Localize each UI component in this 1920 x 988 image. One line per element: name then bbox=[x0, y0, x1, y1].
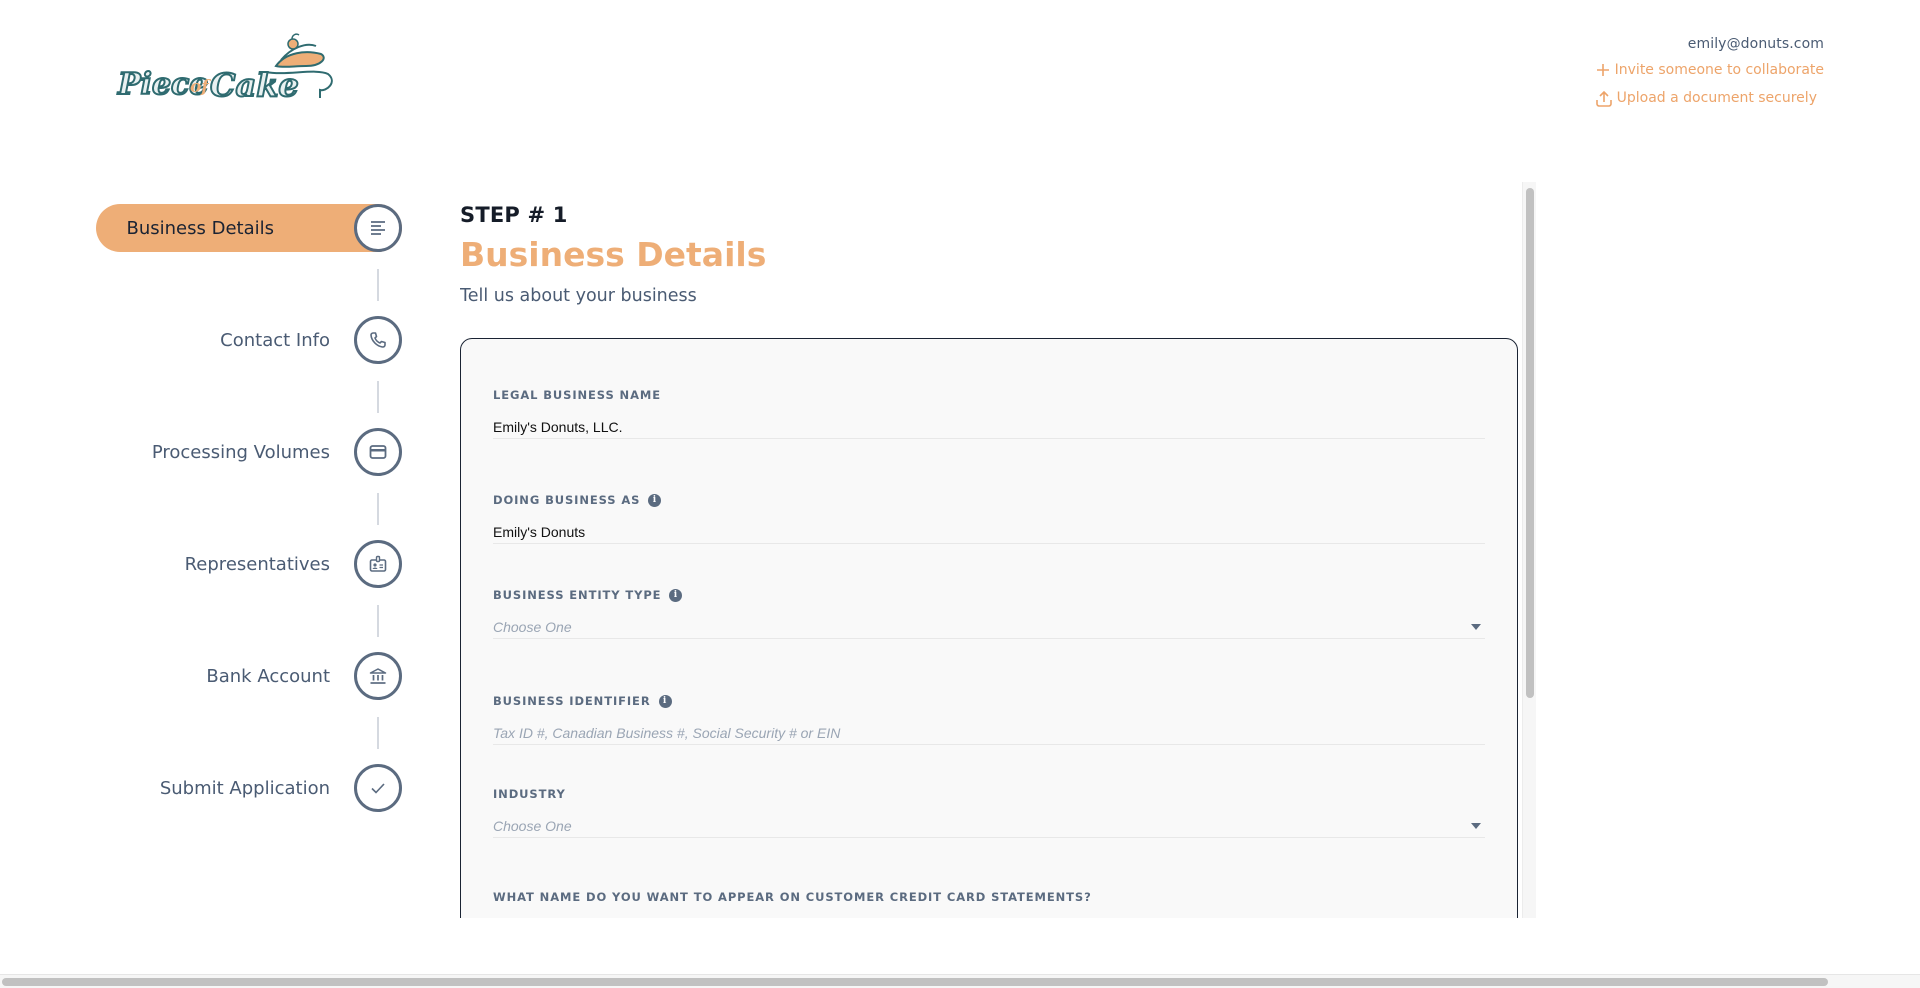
step-label: Processing Volumes bbox=[151, 441, 330, 463]
business-entity-type-field: BUSINESS ENTITY TYPE i Choose One bbox=[493, 587, 1485, 639]
industry-field: INDUSTRY Choose One bbox=[493, 786, 1485, 838]
step-icon-circle bbox=[354, 316, 402, 364]
plus-icon bbox=[1596, 64, 1609, 76]
upload-label: Upload a document securely bbox=[1616, 90, 1817, 106]
upload-icon bbox=[1595, 90, 1612, 107]
field-label: BUSINESS ENTITY TYPE bbox=[493, 588, 662, 602]
form-panel: STEP # 1 Business Details Tell us about … bbox=[460, 182, 1536, 918]
text-align-left-icon bbox=[371, 221, 385, 235]
select-placeholder: Choose One bbox=[493, 618, 572, 635]
step-label: Contact Info bbox=[220, 329, 330, 351]
input-value: Emily's Donuts, LLC. bbox=[493, 418, 623, 435]
cake-slice-icon: Piece of Cake bbox=[116, 33, 333, 105]
vertical-scrollbar-thumb[interactable] bbox=[1526, 188, 1534, 698]
doing-business-as-field: DOING BUSINESS AS i Emily's Donuts bbox=[493, 492, 1485, 544]
step-icon-circle bbox=[354, 428, 402, 476]
onboarding-steps: Business Details Contact Info Processing… bbox=[96, 204, 406, 876]
upload-document-link[interactable]: Upload a document securely bbox=[1595, 89, 1824, 107]
step-number: STEP # 1 bbox=[460, 203, 568, 227]
field-label: BUSINESS IDENTIFIER bbox=[493, 694, 651, 708]
step-icon-circle bbox=[354, 204, 402, 252]
logo-text-of: of bbox=[190, 77, 211, 97]
step-contact-info[interactable]: Contact Info bbox=[96, 316, 406, 413]
step-label: Bank Account bbox=[206, 665, 330, 687]
field-label: INDUSTRY bbox=[493, 787, 566, 801]
step-icon-circle bbox=[354, 652, 402, 700]
vertical-scrollbar[interactable] bbox=[1522, 182, 1536, 918]
horizontal-scrollbar-thumb[interactable] bbox=[2, 978, 1828, 986]
info-icon[interactable]: i bbox=[669, 588, 683, 602]
page-subtitle: Tell us about your business bbox=[460, 286, 697, 306]
account-links: emily@donuts.com Invite someone to colla… bbox=[1595, 36, 1824, 118]
step-submit-application[interactable]: Submit Application bbox=[96, 764, 406, 812]
horizontal-scrollbar[interactable] bbox=[0, 974, 1920, 988]
doing-business-as-input[interactable]: Emily's Donuts bbox=[493, 520, 1485, 544]
invite-label: Invite someone to collaborate bbox=[1614, 62, 1824, 78]
business-entity-type-select[interactable]: Choose One bbox=[493, 615, 1485, 639]
select-placeholder: Choose One bbox=[493, 817, 572, 834]
invite-collaborator-link[interactable]: Invite someone to collaborate bbox=[1595, 62, 1824, 78]
industry-select[interactable]: Choose One bbox=[493, 814, 1485, 838]
business-identifier-input[interactable]: Tax ID #, Canadian Business #, Social Se… bbox=[493, 721, 1485, 745]
chevron-down-icon bbox=[1471, 822, 1481, 829]
field-label: DOING BUSINESS AS bbox=[493, 493, 641, 507]
info-icon[interactable]: i bbox=[648, 493, 662, 507]
step-icon-circle bbox=[354, 540, 402, 588]
statement-descriptor-field: WHAT NAME DO YOU WANT TO APPEAR ON CUSTO… bbox=[493, 889, 1485, 905]
step-connector bbox=[377, 381, 379, 413]
piece-of-cake-logo[interactable]: Piece of Cake bbox=[116, 32, 336, 105]
phone-icon bbox=[370, 332, 386, 348]
business-details-form: LEGAL BUSINESS NAME Emily's Donuts, LLC.… bbox=[460, 338, 1518, 918]
logo-text-cake: Cake bbox=[210, 66, 299, 104]
id-badge-icon bbox=[369, 555, 387, 572]
field-label: WHAT NAME DO YOU WANT TO APPEAR ON CUSTO… bbox=[493, 890, 1092, 904]
step-business-details[interactable]: Business Details bbox=[96, 204, 406, 301]
step-bank-account[interactable]: Bank Account bbox=[96, 652, 406, 749]
info-icon[interactable]: i bbox=[658, 694, 672, 708]
step-connector bbox=[377, 605, 379, 637]
bank-icon bbox=[369, 668, 387, 684]
step-connector bbox=[377, 269, 379, 301]
credit-card-icon bbox=[369, 445, 387, 459]
step-processing-volumes[interactable]: Processing Volumes bbox=[96, 428, 406, 525]
step-icon-circle bbox=[354, 764, 402, 812]
input-placeholder: Tax ID #, Canadian Business #, Social Se… bbox=[493, 724, 841, 741]
step-label: Representatives bbox=[184, 553, 330, 575]
input-value: Emily's Donuts bbox=[493, 523, 586, 540]
step-label: Submit Application bbox=[159, 777, 330, 799]
business-identifier-field: BUSINESS IDENTIFIER i Tax ID #, Canadian… bbox=[493, 693, 1485, 745]
checkmark-icon bbox=[371, 783, 385, 794]
step-representatives[interactable]: Representatives bbox=[96, 540, 406, 637]
step-label: Business Details bbox=[126, 217, 275, 239]
legal-business-name-input[interactable]: Emily's Donuts, LLC. bbox=[493, 415, 1485, 439]
field-label: LEGAL BUSINESS NAME bbox=[493, 388, 661, 402]
legal-business-name-field: LEGAL BUSINESS NAME Emily's Donuts, LLC. bbox=[493, 387, 1485, 439]
page-title: Business Details bbox=[460, 235, 767, 274]
step-connector bbox=[377, 493, 379, 525]
user-email: emily@donuts.com bbox=[1687, 36, 1824, 52]
step-connector bbox=[377, 717, 379, 749]
chevron-down-icon bbox=[1471, 623, 1481, 630]
